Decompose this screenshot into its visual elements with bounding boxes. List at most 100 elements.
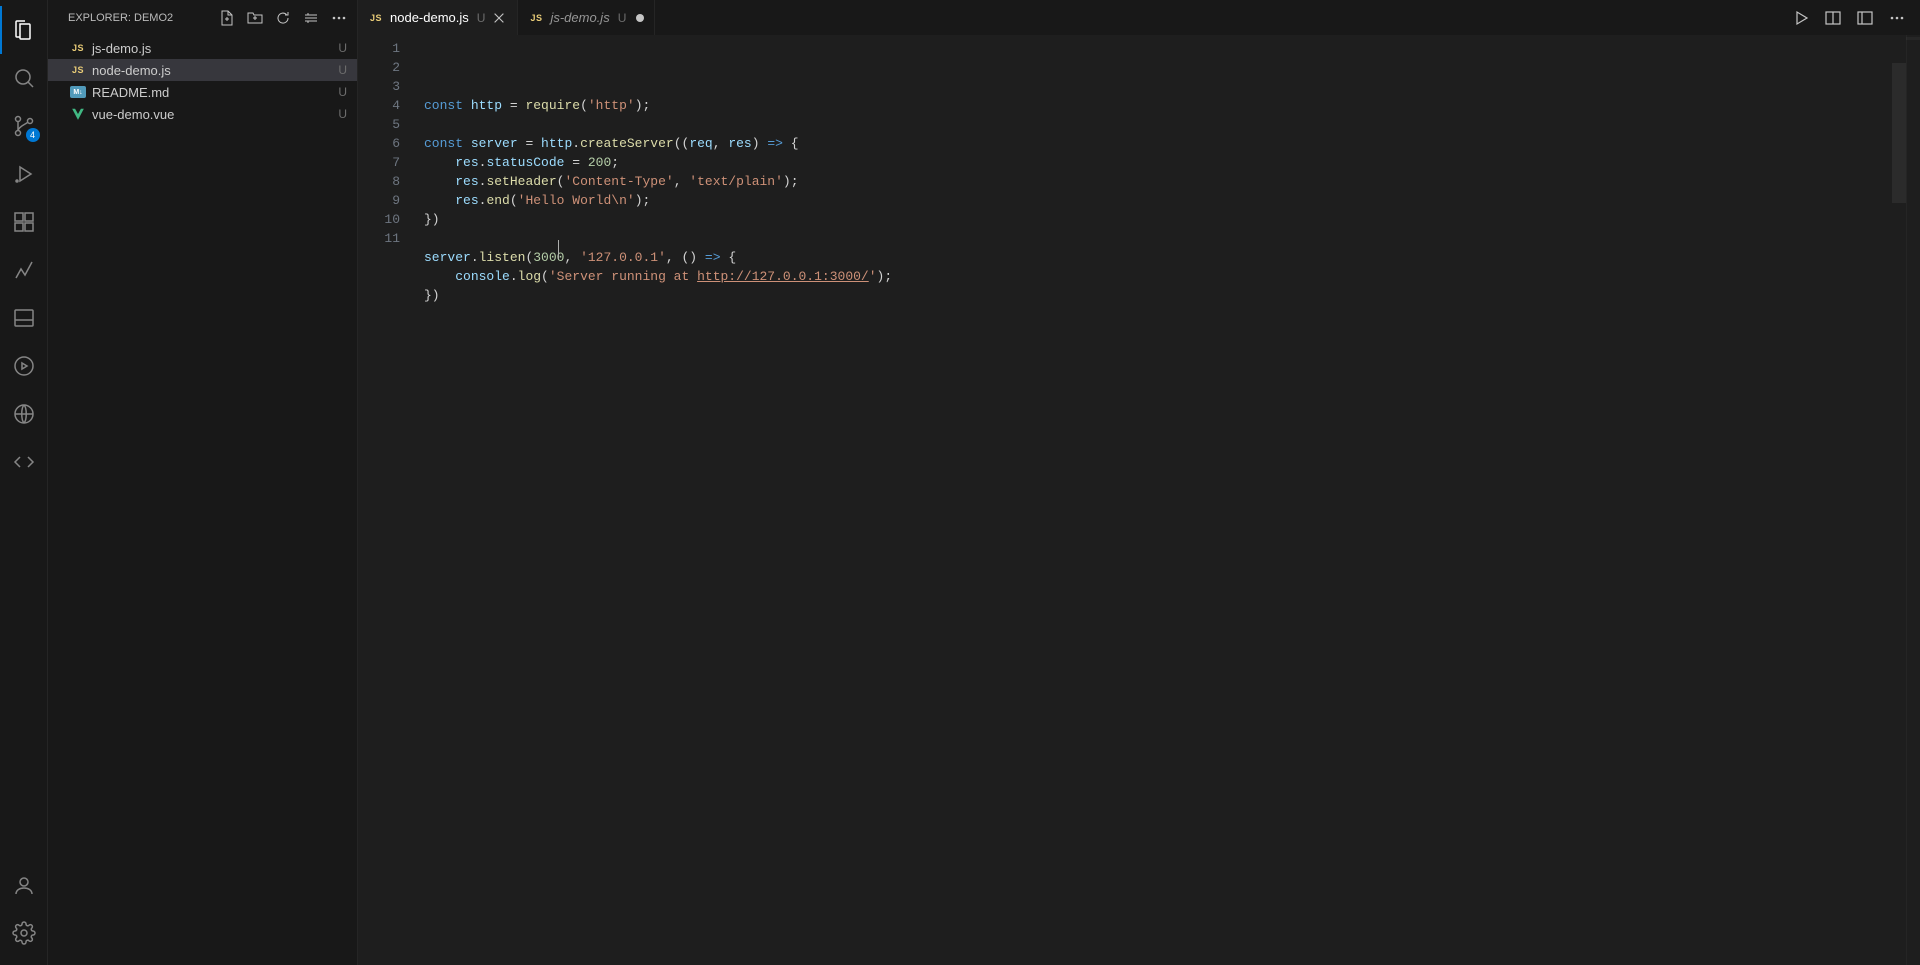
js-file-icon: JS xyxy=(368,13,384,23)
new-folder-button[interactable] xyxy=(245,8,265,28)
activity-account[interactable] xyxy=(0,861,48,909)
code-line: server.listen(3000, '127.0.0.1', () => { xyxy=(424,248,1906,267)
file-git-status: U xyxy=(338,41,347,55)
editor-actions xyxy=(1788,0,1920,35)
file-git-status: U xyxy=(338,63,347,77)
minimap[interactable] xyxy=(1906,35,1920,965)
explorer-sidebar: EXPLORER: DEMO2 JS js-demo.js U JS node-demo… xyxy=(48,0,358,965)
code-line xyxy=(424,115,1906,134)
tab-bar: JS node-demo.js U JS js-demo.js U xyxy=(358,0,1920,35)
file-row[interactable]: M↓README.mdU xyxy=(48,81,357,103)
close-icon xyxy=(492,11,506,25)
file-row[interactable]: vue-demo.vue U xyxy=(48,103,357,125)
play-icon xyxy=(1793,10,1809,26)
run-button[interactable] xyxy=(1788,5,1814,31)
split-icon xyxy=(1825,10,1841,26)
code-line: res.setHeader('Content-Type', 'text/plai… xyxy=(424,172,1906,191)
tab-git-status: U xyxy=(618,11,627,25)
code-line: res.statusCode = 200; xyxy=(424,153,1906,172)
editor-area: JSnode-demo.jsUJSjs-demo.jsU 12345678910… xyxy=(358,0,1920,965)
activity-code[interactable] xyxy=(0,438,48,486)
extensions-icon xyxy=(12,210,36,234)
line-number: 11 xyxy=(358,229,420,248)
code-line: console.log('Server running at http://12… xyxy=(424,267,1906,286)
file-name: vue-demo.vue xyxy=(92,107,174,122)
file-name: node-demo.js xyxy=(92,63,171,78)
vue-file-icon xyxy=(70,107,86,121)
activity-bar: 4 xyxy=(0,0,48,965)
activity-layout[interactable] xyxy=(0,294,48,342)
editor-body[interactable]: 1234567891011 const http = require('http… xyxy=(358,35,1920,965)
refresh-button[interactable] xyxy=(273,8,293,28)
new-folder-icon xyxy=(247,10,263,26)
new-file-button[interactable] xyxy=(217,8,237,28)
file-name: README.md xyxy=(92,85,169,100)
activity-source-control[interactable]: 4 xyxy=(0,102,48,150)
tab-label: js-demo.js xyxy=(550,10,609,25)
tab-label: node-demo.js xyxy=(390,10,469,25)
search-icon xyxy=(12,66,36,90)
ellipsis-icon xyxy=(1889,10,1905,26)
editor-tab[interactable]: JS js-demo.js U xyxy=(518,0,655,35)
clock-play-icon xyxy=(12,354,36,378)
globe-icon xyxy=(12,402,36,426)
split-editor-button[interactable] xyxy=(1820,5,1846,31)
md-file-icon: M↓ xyxy=(70,86,86,98)
more-button[interactable] xyxy=(329,8,349,28)
new-file-icon xyxy=(219,10,235,26)
activity-search[interactable] xyxy=(0,54,48,102)
refresh-icon xyxy=(275,10,291,26)
toggle-layout-button[interactable] xyxy=(1852,5,1878,31)
tab-close-button[interactable] xyxy=(491,10,507,26)
file-tree: JS js-demo.js U JS node-demo.js U M↓ README.md U… xyxy=(48,35,357,125)
collapse-button[interactable] xyxy=(301,8,321,28)
collapse-icon xyxy=(303,10,319,26)
js-file-icon: JS xyxy=(70,43,86,53)
line-number: 10 xyxy=(358,210,420,229)
js-file-icon: JS xyxy=(70,65,86,75)
code-content[interactable]: const http = require('http'); const serv… xyxy=(420,35,1906,965)
tab-git-status: U xyxy=(477,11,486,25)
line-number: 7 xyxy=(358,153,420,172)
code-line: const http = require('http'); xyxy=(424,96,1906,115)
file-row[interactable]: JS node-demo.js U xyxy=(48,59,357,81)
line-number: 6 xyxy=(358,134,420,153)
line-number: 9 xyxy=(358,191,420,210)
scm-badge: 4 xyxy=(26,128,40,142)
activity-explorer[interactable] xyxy=(0,6,48,54)
file-name: js-demo.js xyxy=(92,41,151,56)
ellipsis-icon xyxy=(331,10,347,26)
js-file-icon: JS xyxy=(528,13,544,23)
file-git-status: U xyxy=(338,107,347,121)
line-number: 2 xyxy=(358,58,420,77)
editor-tab[interactable]: JS node-demo.js U xyxy=(358,0,518,35)
text-cursor xyxy=(558,240,559,259)
activity-extensions[interactable] xyxy=(0,198,48,246)
activity-settings[interactable] xyxy=(0,909,48,957)
explorer-actions xyxy=(217,8,349,28)
editor-more-button[interactable] xyxy=(1884,5,1910,31)
layout-icon xyxy=(1857,10,1873,26)
debug-icon xyxy=(12,162,36,186)
explorer-title: EXPLORER: DEMO2 xyxy=(68,12,173,24)
code-line: }) xyxy=(424,286,1906,305)
layout-panel-icon xyxy=(12,306,36,330)
graph-icon xyxy=(12,258,36,282)
line-number: 1 xyxy=(358,39,420,58)
line-number: 3 xyxy=(358,77,420,96)
file-row[interactable]: JS js-demo.js U xyxy=(48,37,357,59)
vertical-scrollbar[interactable] xyxy=(1892,35,1906,965)
line-number: 8 xyxy=(358,172,420,191)
code-line: res.end('Hello World\n'); xyxy=(424,191,1906,210)
scroll-thumb[interactable] xyxy=(1892,63,1906,203)
files-icon xyxy=(12,18,36,42)
activity-run-debug[interactable] xyxy=(0,150,48,198)
tab-dirty-indicator xyxy=(636,14,644,22)
line-number: 4 xyxy=(358,96,420,115)
code-line: const server = http.createServer((req, r… xyxy=(424,134,1906,153)
code-line xyxy=(424,229,1906,248)
activity-remote[interactable] xyxy=(0,390,48,438)
activity-timeline[interactable] xyxy=(0,342,48,390)
tab-list: JS node-demo.js U JS js-demo.js U xyxy=(358,0,655,35)
activity-graph[interactable] xyxy=(0,246,48,294)
